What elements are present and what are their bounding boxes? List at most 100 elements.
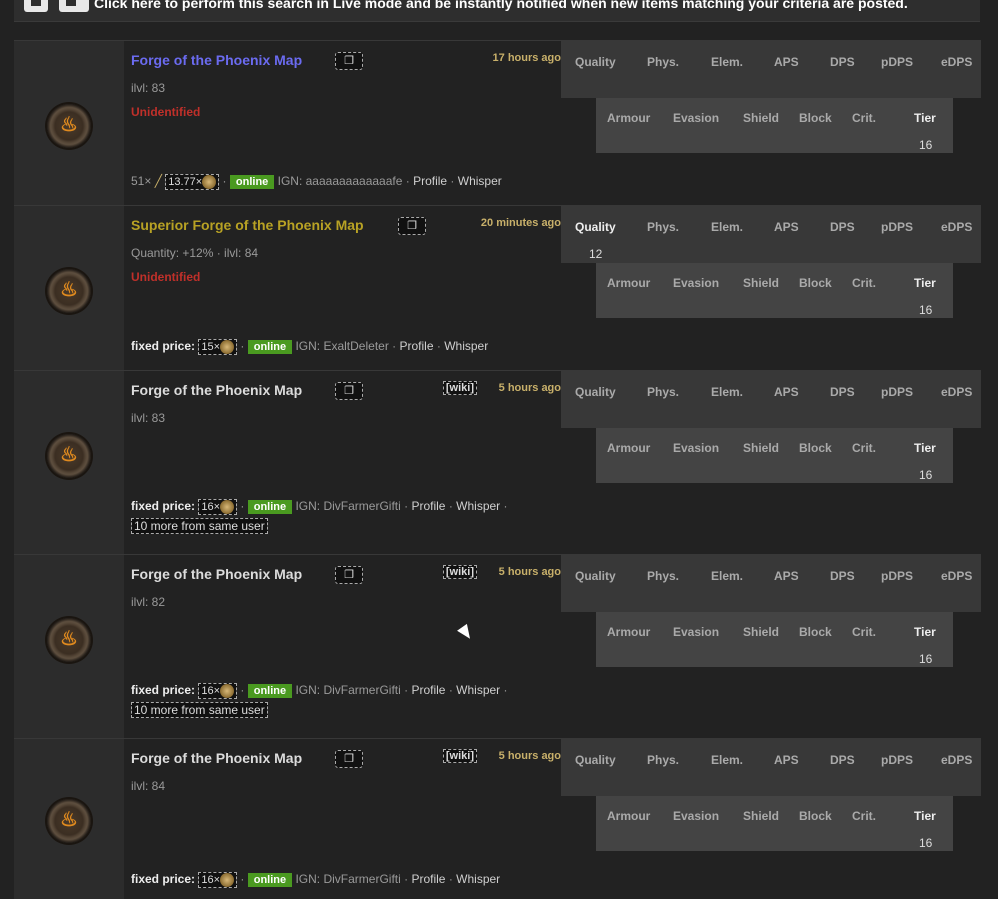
whisper-link[interactable]: Whisper: [456, 683, 500, 697]
wiki-link[interactable]: [wiki]: [442, 749, 477, 763]
defense-header[interactable]: Armour: [607, 625, 650, 639]
defense-header[interactable]: Armour: [607, 809, 650, 823]
stat-header[interactable]: Elem.: [711, 753, 743, 767]
stat-header[interactable]: Phys.: [647, 753, 679, 767]
profile-link[interactable]: Profile: [411, 872, 445, 886]
stat-header[interactable]: pDPS: [881, 569, 913, 583]
defense-header[interactable]: Block: [799, 441, 832, 455]
clipboard-icon[interactable]: ❐: [335, 52, 363, 70]
stat-header[interactable]: Phys.: [647, 385, 679, 399]
defense-header[interactable]: Crit.: [852, 111, 876, 125]
stat-header[interactable]: DPS: [830, 220, 855, 234]
whisper-link[interactable]: Whisper: [458, 174, 502, 188]
whisper-link[interactable]: Whisper: [444, 339, 488, 353]
more-from-user-link[interactable]: 10 more from same user: [131, 702, 268, 718]
wiki-link[interactable]: [wiki]: [442, 565, 477, 579]
wiki-link[interactable]: [wiki]: [442, 381, 477, 395]
defense-header[interactable]: Evasion: [673, 276, 719, 290]
profile-link[interactable]: Profile: [400, 339, 434, 353]
defense-header[interactable]: Evasion: [673, 809, 719, 823]
profile-link[interactable]: Profile: [411, 499, 445, 513]
item-title[interactable]: Forge of the Phoenix Map: [131, 750, 302, 766]
stat-header[interactable]: eDPS: [941, 569, 972, 583]
defense-header[interactable]: Armour: [607, 276, 650, 290]
defense-header[interactable]: Block: [799, 809, 832, 823]
whisper-link[interactable]: Whisper: [456, 872, 500, 886]
stat-header[interactable]: Quality: [575, 753, 616, 767]
stat-header[interactable]: eDPS: [941, 55, 972, 69]
defense-header[interactable]: Tier: [914, 276, 936, 290]
defense-header[interactable]: Tier: [914, 625, 936, 639]
stat-header[interactable]: APS: [774, 55, 799, 69]
stat-header[interactable]: Elem.: [711, 569, 743, 583]
defense-header[interactable]: Crit.: [852, 625, 876, 639]
defense-header[interactable]: Block: [799, 276, 832, 290]
phoenix-map-icon[interactable]: ♨: [47, 799, 91, 843]
defense-header[interactable]: Evasion: [673, 441, 719, 455]
stat-header[interactable]: APS: [774, 753, 799, 767]
stat-header[interactable]: DPS: [830, 385, 855, 399]
defense-header[interactable]: Tier: [914, 809, 936, 823]
phoenix-map-icon[interactable]: ♨: [47, 103, 91, 148]
item-title[interactable]: Forge of the Phoenix Map: [131, 382, 302, 398]
item-title[interactable]: Forge of the Phoenix Map: [131, 52, 302, 68]
phoenix-map-icon[interactable]: ♨: [47, 433, 91, 478]
stat-header[interactable]: pDPS: [881, 385, 913, 399]
stat-header[interactable]: DPS: [830, 569, 855, 583]
stat-header[interactable]: Quality: [575, 385, 616, 399]
item-title[interactable]: Forge of the Phoenix Map: [131, 566, 302, 582]
stat-header[interactable]: eDPS: [941, 385, 972, 399]
stat-header[interactable]: DPS: [830, 753, 855, 767]
defense-header[interactable]: Shield: [743, 809, 779, 823]
stat-header[interactable]: APS: [774, 569, 799, 583]
stat-header[interactable]: Quality: [575, 220, 616, 234]
defense-header[interactable]: Shield: [743, 111, 779, 125]
stat-header[interactable]: Phys.: [647, 569, 679, 583]
defense-header[interactable]: Crit.: [852, 809, 876, 823]
stat-header[interactable]: pDPS: [881, 753, 913, 767]
defense-header[interactable]: Crit.: [852, 441, 876, 455]
price-label: fixed price:: [131, 683, 196, 698]
clipboard-icon[interactable]: ❐: [335, 750, 363, 768]
defense-header[interactable]: Tier: [914, 441, 936, 455]
phoenix-map-icon[interactable]: ♨: [47, 617, 91, 662]
seller-ign: IGN: DivFarmerGifti: [295, 683, 401, 698]
stat-header[interactable]: Quality: [575, 55, 616, 69]
defense-header[interactable]: Tier: [914, 111, 936, 125]
stat-header[interactable]: Elem.: [711, 385, 743, 399]
defense-header[interactable]: Evasion: [673, 111, 719, 125]
profile-link[interactable]: Profile: [411, 683, 445, 697]
defense-header[interactable]: Block: [799, 111, 832, 125]
stat-header[interactable]: Elem.: [711, 220, 743, 234]
stat-header[interactable]: APS: [774, 385, 799, 399]
stat-header[interactable]: eDPS: [941, 753, 972, 767]
item-properties: ilvl: 83: [131, 81, 166, 95]
defense-header[interactable]: Shield: [743, 441, 779, 455]
stat-header[interactable]: pDPS: [881, 55, 913, 69]
clipboard-icon[interactable]: ❐: [335, 566, 363, 584]
phoenix-map-icon[interactable]: ♨: [47, 268, 91, 313]
defense-header[interactable]: Block: [799, 625, 832, 639]
stat-header[interactable]: Quality: [575, 569, 616, 583]
stat-header[interactable]: DPS: [830, 55, 855, 69]
item-title[interactable]: Superior Forge of the Phoenix Map: [131, 217, 364, 233]
defense-header[interactable]: Crit.: [852, 276, 876, 290]
stat-header[interactable]: pDPS: [881, 220, 913, 234]
whisper-link[interactable]: Whisper: [456, 499, 500, 513]
clipboard-icon[interactable]: ❐: [335, 382, 363, 400]
live-search-banner[interactable]: Click here to perform this search in Liv…: [14, 0, 980, 22]
defense-header[interactable]: Armour: [607, 441, 650, 455]
defense-header[interactable]: Evasion: [673, 625, 719, 639]
stat-header[interactable]: Phys.: [647, 220, 679, 234]
defense-header[interactable]: Armour: [607, 111, 650, 125]
stat-header[interactable]: Elem.: [711, 55, 743, 69]
defense-header[interactable]: Shield: [743, 625, 779, 639]
stat-header[interactable]: Phys.: [647, 55, 679, 69]
live-search-link[interactable]: Click here to perform this search in Liv…: [94, 0, 908, 11]
stat-header[interactable]: APS: [774, 220, 799, 234]
more-from-user-link[interactable]: 10 more from same user: [131, 518, 268, 534]
clipboard-icon[interactable]: ❐: [398, 217, 426, 235]
profile-link[interactable]: Profile: [413, 174, 447, 188]
stat-header[interactable]: eDPS: [941, 220, 972, 234]
defense-header[interactable]: Shield: [743, 276, 779, 290]
